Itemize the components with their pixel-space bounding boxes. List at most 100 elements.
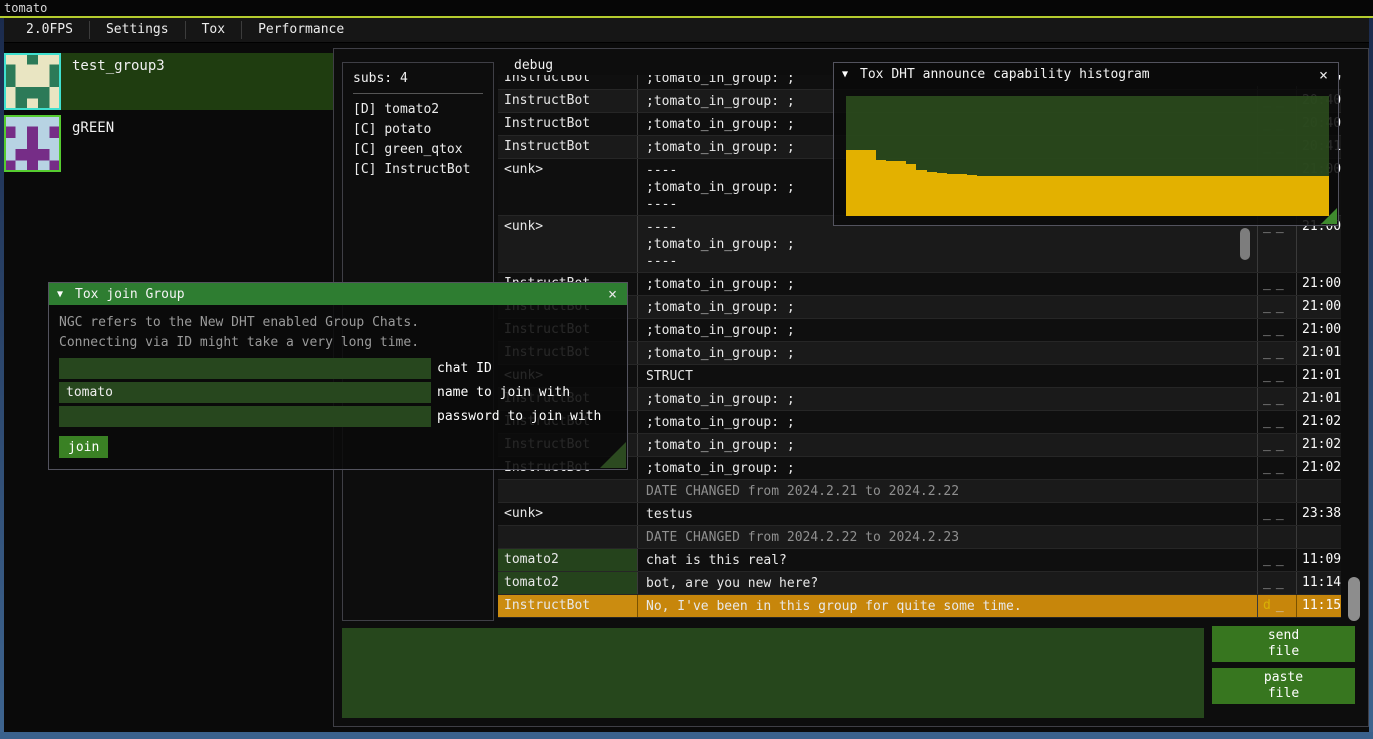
message-timestamp: 21:02 [1297,411,1341,433]
resize-grip[interactable] [1321,208,1337,224]
collapse-arrow-icon[interactable]: ▼ [842,69,848,80]
histogram-bar [967,175,977,216]
status-flag: _ [1263,414,1271,429]
dht-histogram-titlebar[interactable]: ▼ Tox DHT announce capability histogram … [834,63,1338,86]
dht-histogram-plot [846,96,1329,216]
histogram-bar [937,173,947,216]
message-status-flags: d_ [1258,595,1297,617]
send-file-button[interactable]: send file [1212,626,1355,662]
message-author: InstructBot [498,90,638,112]
message-line: ;tomato_in_group: ; [646,276,1257,293]
message-text: bot, are you new here? [638,572,1258,594]
histogram-bar [1158,176,1168,216]
message-author [498,526,638,548]
date-changed-row[interactable]: DATE CHANGED from 2024.2.22 to 2024.2.23 [498,526,1341,549]
status-flag: _ [1263,322,1271,337]
histogram-bar [977,176,987,216]
inner-scrollbar-thumb[interactable] [1240,228,1250,260]
status-flag: _ [1263,460,1271,475]
histogram-bar [1208,176,1218,216]
paste-file-button[interactable]: paste file [1212,668,1355,704]
message-timestamp: 21:01 [1297,365,1341,387]
resize-grip[interactable] [600,442,626,468]
message-author: tomato2 [498,549,638,571]
histogram-bar [1178,176,1188,216]
message-text: ;tomato_in_group: ; [638,434,1258,456]
message-status-flags: __ [1258,388,1297,410]
message-line: No, I've been in this group for quite so… [646,598,1257,615]
histogram-bar [1309,176,1319,216]
join-group-fields: chat IDname to join withpassword to join… [49,358,627,427]
chat-message-row[interactable]: tomato2chat is this real?__11:09 [498,549,1341,572]
join-name-input[interactable] [59,382,431,403]
member-name: tomato2 [384,102,439,117]
histogram-bar [997,176,1007,216]
member-row[interactable]: [D] tomato2 [353,100,483,120]
join-field-row: name to join with [59,382,617,403]
status-flag: _ [1276,299,1284,314]
histogram-bar [1118,176,1128,216]
join-group-titlebar[interactable]: ▼ Tox join Group × [49,283,627,305]
member-name: InstructBot [384,162,470,177]
message-line: ;tomato_in_group: ; [646,345,1257,362]
histogram-bar [1259,176,1269,216]
message-text: ;tomato_in_group: ; [638,319,1258,341]
members-separator [353,93,483,94]
histogram-bar [947,174,957,216]
chat-message-row[interactable]: <unk>testus__23:38 [498,503,1341,526]
status-flag: _ [1263,345,1271,360]
histogram-bar [1218,176,1228,216]
join-password-input[interactable] [59,406,431,427]
status-flag: _ [1263,299,1271,314]
date-changed-row[interactable]: DATE CHANGED from 2024.2.21 to 2024.2.22 [498,480,1341,503]
menu-item-tox[interactable]: Tox [186,18,241,42]
chat-scrollbar-thumb[interactable] [1348,577,1360,621]
member-name: potato [384,122,431,137]
histogram-bar [1188,176,1198,216]
message-author: <unk> [498,216,638,272]
sidebar-item-test-group3[interactable]: test_group3 [4,53,333,110]
message-timestamp: 11:09 [1297,549,1341,571]
join-group-title: Tox join Group [75,287,185,302]
message-line: ;tomato_in_group: ; [646,299,1257,316]
message-status-flags [1258,480,1297,502]
menu-item-2-0fps[interactable]: 2.0FPS [10,18,89,42]
status-flag: _ [1263,506,1271,521]
chat-message-row[interactable]: InstructBotNo, I've been in this group f… [498,595,1341,618]
histogram-bar [1098,176,1108,216]
status-flag: _ [1276,575,1284,590]
histogram-bar [1108,176,1118,216]
delivered-flag: d [1263,598,1271,613]
message-line: ;tomato_in_group: ; [646,437,1257,454]
close-icon[interactable]: × [1317,66,1330,84]
histogram-bar [1088,176,1098,216]
message-line: chat is this real? [646,552,1257,569]
close-icon[interactable]: × [606,285,619,303]
window-titlebar[interactable]: tomato [0,0,1373,16]
member-row[interactable]: [C] potato [353,120,483,140]
message-author: InstructBot [498,113,638,135]
member-row[interactable]: [C] InstructBot [353,160,483,180]
status-flag: _ [1276,598,1284,613]
member-prefix: [C] [353,142,384,157]
collapse-arrow-icon[interactable]: ▼ [57,289,63,300]
message-status-flags: __ [1258,365,1297,387]
chat-message-row[interactable]: tomato2bot, are you new here?__11:14 [498,572,1341,595]
menu-item-settings[interactable]: Settings [90,18,185,42]
message-timestamp: 23:38 [1297,503,1341,525]
message-timestamp: 11:14 [1297,572,1341,594]
histogram-bar [1027,176,1037,216]
message-input[interactable] [342,628,1204,718]
join-button[interactable]: join [59,436,108,458]
tab-debug[interactable]: debug [514,58,553,73]
status-flag: _ [1276,506,1284,521]
app-window: tomato 2.0FPSSettingsToxPerformance test… [0,0,1373,739]
sidebar-item-green[interactable]: gREEN [4,115,333,172]
message-timestamp [1297,526,1341,548]
message-status-flags: __ [1258,411,1297,433]
group-name: gREEN [72,120,114,136]
join-group-desc-line2: Connecting via ID might take a very long… [59,333,617,353]
menu-item-performance[interactable]: Performance [242,18,360,42]
chat-id-input[interactable] [59,358,431,379]
member-row[interactable]: [C] green_qtox [353,140,483,160]
